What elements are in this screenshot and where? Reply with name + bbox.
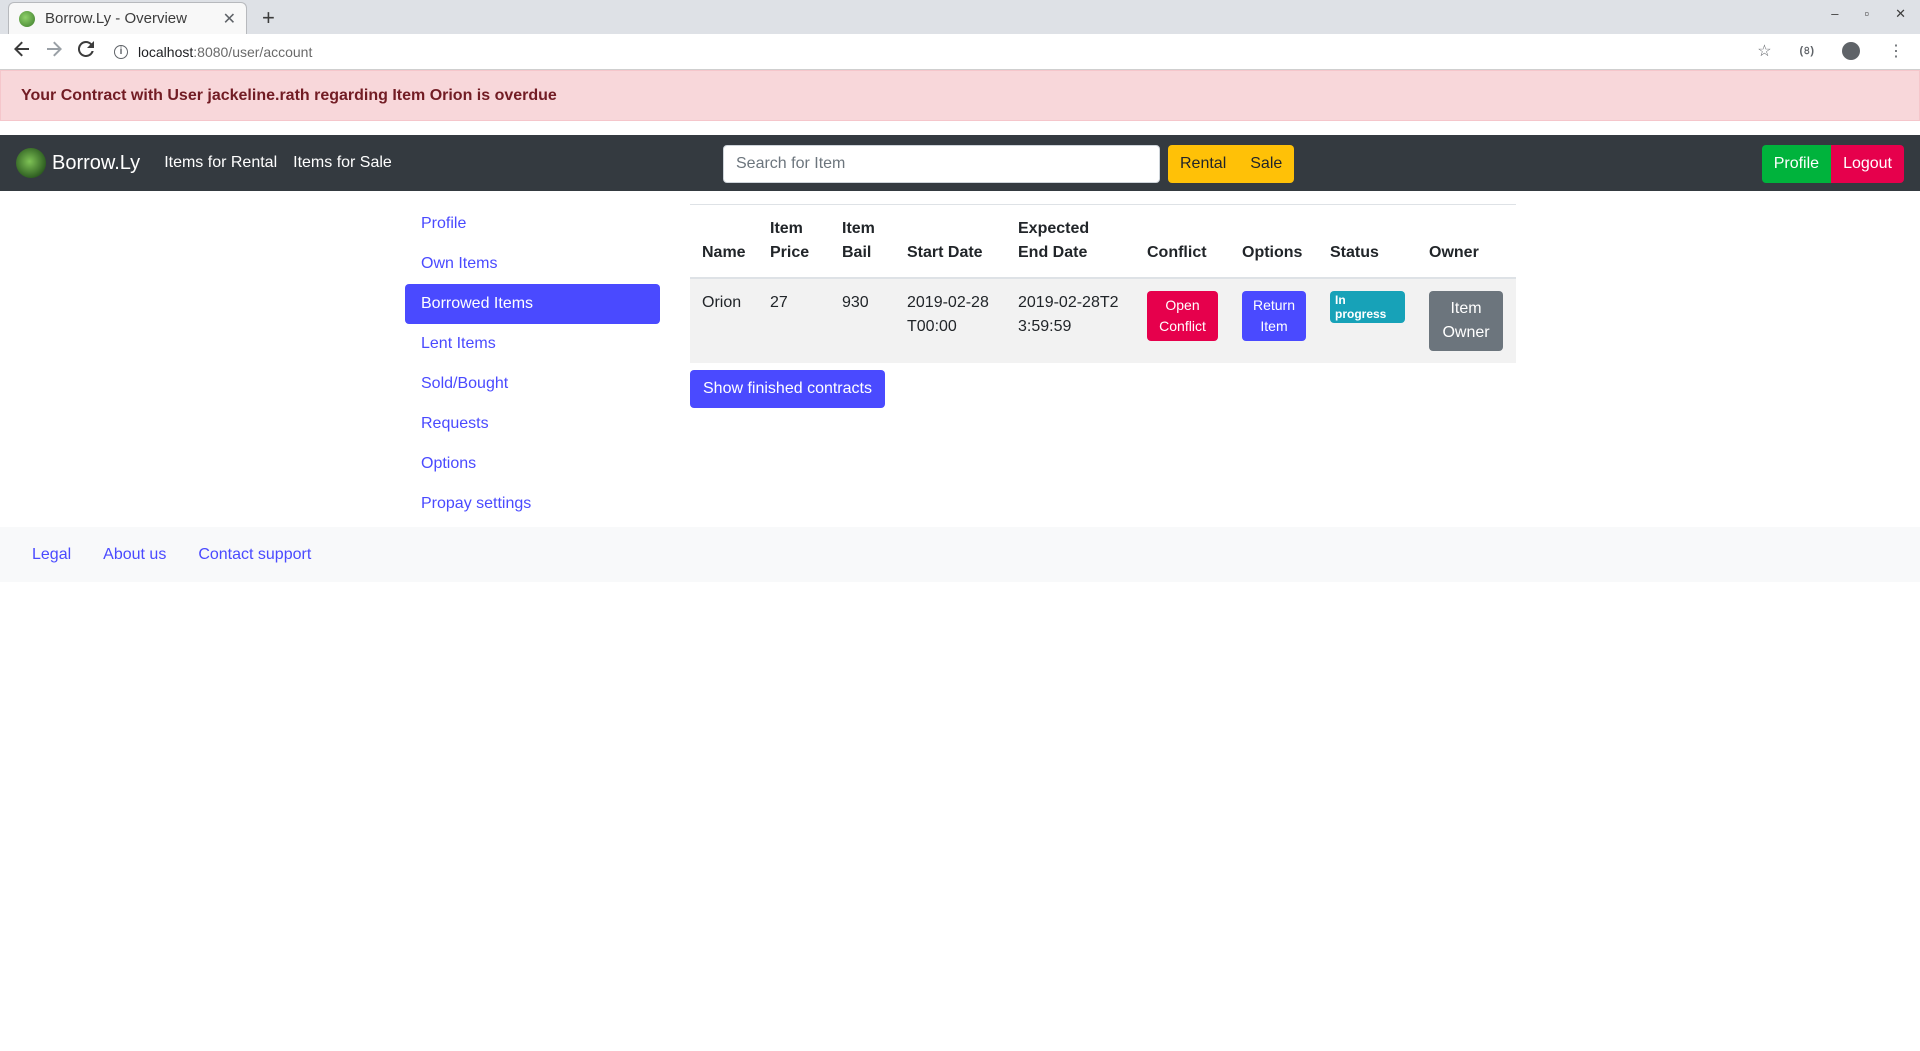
brand-name: Borrow.Ly [52,151,141,174]
item-owner-button[interactable]: Item Owner [1429,291,1503,351]
header-status: Status [1318,204,1417,279]
browser-tab-bar: Borrow.Ly - Overview ✕ + – ▫ ✕ [0,0,1920,34]
header-conflict: Conflict [1135,204,1230,279]
extension-icon[interactable]: (৪) [1800,42,1814,61]
close-tab-icon[interactable]: ✕ [223,9,236,29]
sidebar-item-sold-bought[interactable]: Sold/Bought [405,364,660,404]
url-host: localhost [138,43,194,60]
footer-link-contact-support[interactable]: Contact support [198,546,311,564]
forward-icon[interactable] [38,41,70,62]
header-expected-end-date: Expected End Date [1006,204,1135,279]
header-item-bail: Item Bail [830,204,895,279]
user-actions: Profile Logout [1761,145,1904,183]
favicon-icon [19,10,35,27]
address-bar-actions: ☆ (৪) ⋮ [1757,41,1904,61]
reload-icon[interactable] [70,40,102,62]
sidebar-item-requests[interactable]: Requests [405,404,660,444]
open-conflict-button[interactable]: Open Conflict [1147,291,1218,341]
search-type-group: Rental Sale [1168,145,1295,183]
cell-bail: 930 [830,278,895,363]
show-finished-contracts-button[interactable]: Show finished contracts [690,370,885,408]
footer-link-about-us[interactable]: About us [103,546,166,564]
footer-link-legal[interactable]: Legal [32,546,71,564]
table-header-row: Name Item Price Item Bail Start Date Exp… [690,204,1516,279]
contracts-table: Name Item Price Item Bail Start Date Exp… [690,204,1516,363]
url-path: :8080/user/account [193,43,313,60]
url-field[interactable]: i localhost :8080/user/account [114,44,312,60]
sidebar-item-own-items[interactable]: Own Items [405,244,660,284]
sale-search-button[interactable]: Sale [1238,145,1295,183]
cell-name: Orion [690,278,758,363]
account-icon[interactable] [1842,42,1860,60]
browser-tab[interactable]: Borrow.Ly - Overview ✕ [8,2,247,34]
header-start-date: Start Date [895,204,1006,279]
minimize-icon[interactable]: – [1831,6,1838,22]
cell-end-date: 2019-02-28T23:59:59 [1006,278,1135,363]
header-name: Name [690,204,758,279]
info-icon[interactable]: i [114,44,128,59]
nav-items-for-rental[interactable]: Items for Rental [164,154,277,172]
sidebar-item-propay-settings[interactable]: Propay settings [405,484,660,524]
profile-button[interactable]: Profile [1761,145,1832,183]
menu-kebab-icon[interactable]: ⋮ [1888,41,1904,61]
cell-options: Return Item [1230,278,1318,363]
footer: Legal About us Contact support [0,527,1920,582]
header-options: Options [1230,204,1318,279]
search-input[interactable] [723,145,1160,183]
header-item-price: Item Price [758,204,830,279]
maximize-icon[interactable]: ▫ [1864,6,1869,22]
account-sidebar: Profile Own Items Borrowed Items Lent It… [405,204,660,524]
header-owner: Owner [1417,204,1516,279]
main-content: Profile Own Items Borrowed Items Lent It… [0,191,1920,527]
back-icon[interactable] [6,41,38,62]
sidebar-item-profile[interactable]: Profile [405,204,660,244]
cell-conflict: Open Conflict [1135,278,1230,363]
alert-message: Your Contract with User jackeline.rath r… [21,86,557,104]
tab-title: Borrow.Ly - Overview [45,10,187,27]
sidebar-item-options[interactable]: Options [405,444,660,484]
sidebar-item-lent-items[interactable]: Lent Items [405,324,660,364]
cell-owner: Item Owner [1417,278,1516,363]
logout-button[interactable]: Logout [1831,145,1904,183]
rental-search-button[interactable]: Rental [1168,145,1239,183]
table-row: Orion 27 930 2019-02-28T00:00 2019-02-28… [690,278,1516,363]
nav-items-for-sale[interactable]: Items for Sale [293,154,392,172]
window-controls: – ▫ ✕ [1831,6,1906,22]
close-window-icon[interactable]: ✕ [1895,6,1906,22]
bookmark-star-icon[interactable]: ☆ [1757,41,1771,61]
main-navbar: Borrow.Ly Items for Rental Items for Sal… [0,135,1920,191]
cell-start-date: 2019-02-28T00:00 [895,278,1006,363]
logo-icon [16,148,46,178]
return-item-button[interactable]: Return Item [1242,291,1306,341]
sidebar-item-borrowed-items[interactable]: Borrowed Items [405,284,660,324]
cell-price: 27 [758,278,830,363]
status-badge: In progress [1330,291,1405,323]
new-tab-icon[interactable]: + [262,5,275,31]
contracts-table-wrapper: Name Item Price Item Bail Start Date Exp… [690,204,1516,363]
overdue-alert: Your Contract with User jackeline.rath r… [0,70,1920,121]
brand[interactable]: Borrow.Ly [16,148,140,178]
address-bar: i localhost :8080/user/account ☆ (৪) ⋮ [0,34,1920,70]
cell-status: In progress [1318,278,1417,363]
